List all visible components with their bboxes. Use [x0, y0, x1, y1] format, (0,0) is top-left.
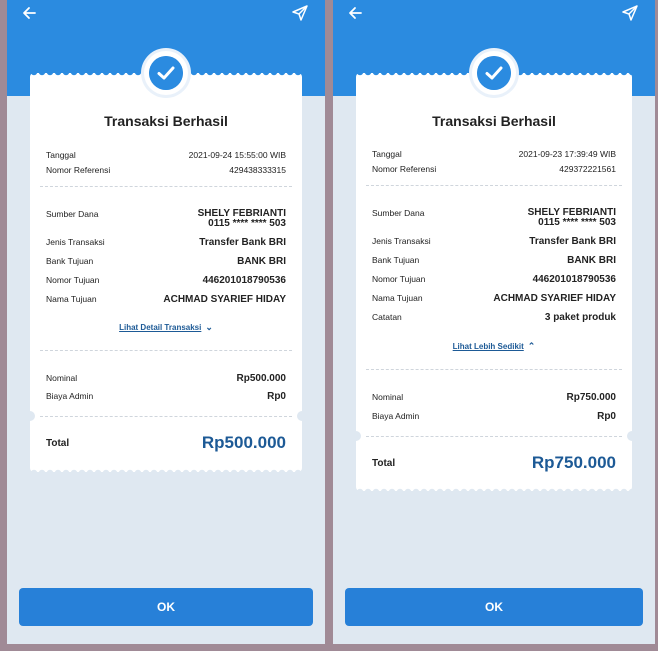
- sumber-row: Sumber Dana SHELY FEBRIANTI 0115 **** **…: [46, 209, 286, 229]
- screen-left: Transaksi Berhasil Tanggal 2021-09-24 15…: [7, 0, 325, 644]
- nama-tujuan-label: Nama Tujuan: [46, 294, 97, 304]
- nominal-value: Rp750.000: [566, 392, 616, 403]
- divider: [40, 350, 292, 351]
- success-badge: [144, 51, 188, 95]
- page-title: Transaksi Berhasil: [104, 113, 228, 129]
- total-label: Total: [46, 437, 70, 449]
- jenis-row: Jenis Transaksi Transfer Bank BRI: [46, 237, 286, 248]
- total-row: Total Rp750.000: [372, 453, 616, 473]
- ok-button[interactable]: OK: [345, 588, 643, 626]
- screen-right: Transaksi Berhasil Tanggal 2021-09-23 17…: [333, 0, 655, 644]
- collapse-link-label[interactable]: Lihat Lebih Sedikit: [453, 342, 524, 351]
- jenis-label: Jenis Transaksi: [372, 236, 431, 246]
- bank-value: BANK BRI: [567, 255, 616, 266]
- nomor-tujuan-value: 446201018790536: [532, 274, 616, 285]
- chevron-down-icon[interactable]: ⌄: [205, 322, 213, 333]
- nama-tujuan-row: Nama Tujuan ACHMAD SYARIEF HIDAY: [46, 294, 286, 305]
- nomor-tujuan-label: Nomor Tujuan: [46, 275, 100, 285]
- nominal-row: Nominal Rp500.000: [46, 373, 286, 384]
- tanggal-label: Tanggal: [372, 149, 402, 159]
- check-circle-icon: [477, 56, 511, 90]
- nomor-tujuan-value: 446201018790536: [202, 275, 286, 286]
- send-icon[interactable]: [619, 2, 641, 24]
- sumber-label: Sumber Dana: [372, 208, 425, 218]
- nomor-tujuan-label: Nomor Tujuan: [372, 274, 426, 284]
- sumber-account: 0115 **** **** 503: [538, 217, 616, 228]
- nama-tujuan-value: ACHMAD SYARIEF HIDAY: [493, 293, 616, 304]
- divider: [40, 416, 292, 417]
- divider: [366, 185, 622, 186]
- bank-label: Bank Tujuan: [372, 255, 420, 265]
- jenis-value: Transfer Bank BRI: [529, 236, 616, 247]
- admin-label: Biaya Admin: [46, 391, 94, 401]
- divider: [40, 186, 292, 187]
- nominal-row: Nominal Rp750.000: [372, 392, 616, 403]
- bank-row: Bank Tujuan BANK BRI: [372, 255, 616, 266]
- ref-value: 429438333315: [229, 165, 286, 175]
- tanggal-value: 2021-09-24 15:55:00 WIB: [188, 150, 286, 160]
- tanggal-row: Tanggal 2021-09-23 17:39:49 WIB: [372, 149, 616, 159]
- collapse-link[interactable]: Lihat Lebih Sedikit ⌃: [356, 341, 632, 352]
- notch-left: [351, 431, 361, 441]
- admin-row: Biaya Admin Rp0: [46, 391, 286, 402]
- sumber-label: Sumber Dana: [46, 209, 99, 219]
- admin-value: Rp0: [267, 391, 286, 402]
- catatan-row: Catatan 3 paket produk: [372, 312, 616, 323]
- page-title: Transaksi Berhasil: [432, 113, 556, 129]
- jenis-value: Transfer Bank BRI: [199, 237, 286, 248]
- nominal-label: Nominal: [46, 373, 78, 383]
- total-value: Rp500.000: [201, 433, 286, 452]
- check-circle-icon: [149, 56, 183, 90]
- ref-row: Nomor Referensi 429372221561: [372, 164, 616, 174]
- nama-tujuan-value: ACHMAD SYARIEF HIDAY: [163, 294, 286, 305]
- notch-left: [25, 411, 35, 421]
- nominal-label: Nominal: [372, 392, 404, 402]
- sumber-value: SHELY FEBRIANTI 0115 **** **** 503: [528, 208, 616, 228]
- catatan-value: 3 paket produk: [544, 312, 616, 323]
- bank-value: BANK BRI: [237, 256, 286, 267]
- receipt-card: Transaksi Berhasil Tanggal 2021-09-24 15…: [25, 51, 307, 474]
- bank-label: Bank Tujuan: [46, 256, 94, 266]
- nama-tujuan-label: Nama Tujuan: [372, 293, 423, 303]
- detail-link-label[interactable]: Lihat Detail Transaksi: [119, 323, 201, 332]
- ref-row: Nomor Referensi 429438333315: [46, 165, 286, 175]
- success-badge: [472, 51, 516, 95]
- ok-button[interactable]: OK: [19, 588, 313, 626]
- admin-value: Rp0: [597, 411, 616, 422]
- bank-row: Bank Tujuan BANK BRI: [46, 256, 286, 267]
- receipt-card: Transaksi Berhasil Tanggal 2021-09-23 17…: [351, 51, 637, 493]
- ref-value: 429372221561: [559, 164, 616, 174]
- notch-right: [627, 431, 637, 441]
- jenis-label: Jenis Transaksi: [46, 237, 105, 247]
- total-row: Total Rp500.000: [46, 433, 286, 453]
- send-icon[interactable]: [289, 2, 311, 24]
- nama-tujuan-row: Nama Tujuan ACHMAD SYARIEF HIDAY: [372, 293, 616, 304]
- sumber-account: 0115 **** **** 503: [208, 218, 286, 229]
- total-label: Total: [372, 457, 396, 469]
- ref-label: Nomor Referensi: [372, 164, 437, 174]
- sumber-value: SHELY FEBRIANTI 0115 **** **** 503: [198, 209, 286, 229]
- nomor-tujuan-row: Nomor Tujuan 446201018790536: [46, 275, 286, 286]
- chevron-up-icon[interactable]: ⌃: [528, 341, 536, 352]
- divider: [366, 436, 622, 437]
- nomor-tujuan-row: Nomor Tujuan 446201018790536: [372, 274, 616, 285]
- tanggal-value: 2021-09-23 17:39:49 WIB: [518, 149, 616, 159]
- arrow-left-icon[interactable]: [345, 2, 367, 24]
- detail-link[interactable]: Lihat Detail Transaksi ⌄: [30, 322, 302, 333]
- notch-right: [297, 411, 307, 421]
- jenis-row: Jenis Transaksi Transfer Bank BRI: [372, 236, 616, 247]
- nominal-value: Rp500.000: [236, 373, 286, 384]
- sumber-row: Sumber Dana SHELY FEBRIANTI 0115 **** **…: [372, 208, 616, 228]
- arrow-left-icon[interactable]: [19, 2, 41, 24]
- admin-label: Biaya Admin: [372, 411, 420, 421]
- admin-row: Biaya Admin Rp0: [372, 411, 616, 422]
- catatan-label: Catatan: [372, 312, 402, 322]
- tanggal-label: Tanggal: [46, 150, 76, 160]
- divider: [366, 369, 622, 370]
- total-value: Rp750.000: [531, 453, 616, 472]
- tanggal-row: Tanggal 2021-09-24 15:55:00 WIB: [46, 150, 286, 160]
- ref-label: Nomor Referensi: [46, 165, 111, 175]
